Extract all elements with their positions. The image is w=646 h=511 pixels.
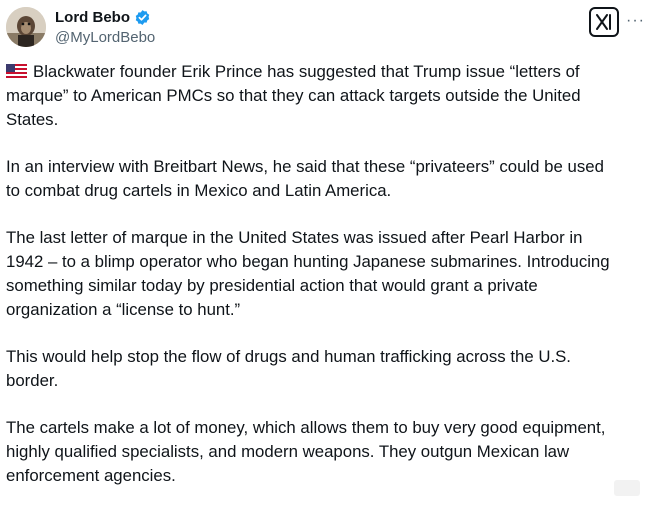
grok-button[interactable] <box>589 7 619 37</box>
tweet-header: Lord Bebo @MyLordBebo ··· <box>0 0 646 60</box>
verified-badge-icon <box>134 9 151 26</box>
author-handle[interactable]: @MyLordBebo <box>55 29 155 46</box>
tweet-paragraph-4: This would help stop the flow of drugs a… <box>6 347 571 390</box>
tweet-paragraph-3: The last letter of marque in the United … <box>6 228 610 319</box>
grok-icon <box>596 14 611 30</box>
avatar-icon <box>6 7 46 47</box>
us-flag-icon <box>6 61 27 78</box>
more-options-icon[interactable]: ··· <box>626 13 645 29</box>
author-name-row: Lord Bebo <box>55 9 151 26</box>
tweet-paragraph-1: Blackwater founder Erik Prince has sugge… <box>6 60 642 132</box>
author-display-name[interactable]: Lord Bebo <box>55 9 130 26</box>
avatar[interactable] <box>6 7 46 47</box>
tweet-paragraph-2: In an interview with Breitbart News, he … <box>6 157 604 200</box>
tweet-body: Blackwater founder Erik Prince has sugge… <box>6 60 642 511</box>
tweet-paragraph-5: The cartels make a lot of money, which a… <box>6 418 606 485</box>
tweet-paragraph-1-text: Blackwater founder Erik Prince has sugge… <box>6 62 581 129</box>
watermark-badge <box>614 480 640 496</box>
